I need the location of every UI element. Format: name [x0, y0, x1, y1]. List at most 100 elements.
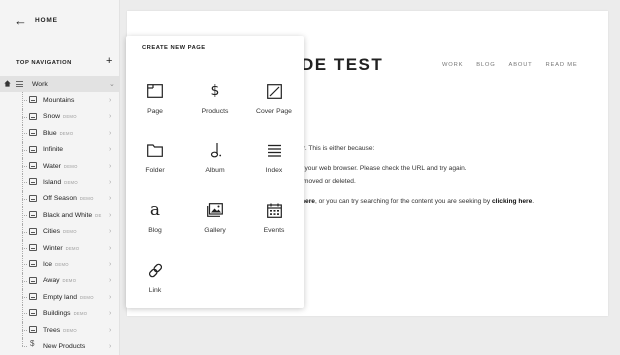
tile-folder[interactable]: Folder: [127, 133, 183, 183]
nav-page-item[interactable]: Buildings DEMO ›: [0, 305, 120, 322]
page-icon: [29, 194, 37, 202]
chevron-right-icon[interactable]: ›: [109, 343, 111, 350]
clicking-here-link[interactable]: clicking here: [492, 198, 532, 205]
demo-badge: DEMO: [62, 278, 77, 284]
nav-page-item[interactable]: Off Season DEMO ›: [0, 190, 120, 208]
tree-branch: [22, 264, 27, 266]
tile-label: Page: [147, 108, 163, 115]
chevron-right-icon[interactable]: ›: [109, 163, 111, 170]
nav-page-item[interactable]: Blue DEMO ›: [0, 125, 120, 142]
tree-branch: [22, 100, 27, 102]
chevron-right-icon[interactable]: ›: [109, 228, 111, 235]
drag-handle-icon[interactable]: [16, 81, 23, 87]
tree-branch: [22, 133, 27, 135]
tile-index[interactable]: Index: [246, 133, 302, 183]
tree-branch: [22, 149, 27, 151]
error-text-end: .: [532, 198, 535, 205]
site-nav-about[interactable]: ABOUT: [509, 62, 533, 68]
chevron-right-icon[interactable]: ›: [109, 97, 111, 104]
demo-badge: DEMO: [65, 245, 80, 251]
nav-page-item[interactable]: Island DEMO ›: [0, 174, 120, 191]
nav-page-name: Buildings: [43, 310, 71, 318]
site-nav-read-me[interactable]: READ ME: [546, 62, 578, 68]
nav-page-item[interactable]: $ New Products ›: [0, 338, 120, 354]
chevron-right-icon[interactable]: ›: [109, 195, 111, 202]
chevron-right-icon[interactable]: ›: [109, 261, 111, 268]
chevron-right-icon[interactable]: ›: [109, 294, 111, 301]
folder-name: Work: [32, 80, 48, 88]
chevron-right-icon[interactable]: ›: [109, 113, 111, 120]
top-navigation-heading: TOP NAVIGATION: [16, 60, 72, 66]
page-icon: [29, 145, 37, 153]
demo-badge: DEMO: [80, 294, 94, 300]
calendar-icon: [265, 201, 283, 219]
page-icon: [29, 129, 37, 137]
tile-cover-page[interactable]: Cover Page: [246, 74, 302, 124]
add-page-button[interactable]: +: [106, 56, 112, 67]
error-text-line-2: o your web browser. Please check the URL…: [299, 165, 467, 172]
nav-page-item[interactable]: Winter DEMO ›: [0, 239, 120, 257]
chevron-right-icon[interactable]: ›: [109, 245, 111, 252]
tile-link[interactable]: Link: [127, 253, 183, 303]
chevron-right-icon[interactable]: ›: [109, 212, 111, 219]
nav-page-item[interactable]: Trees DEMO ›: [0, 321, 120, 339]
demo-badge: DEMO: [63, 114, 77, 120]
chevron-right-icon[interactable]: ›: [109, 310, 111, 317]
demo-badge: DEMO: [63, 229, 77, 235]
nav-folder-work[interactable]: Work ⌄: [0, 76, 120, 93]
nav-page-name: Blue: [43, 129, 57, 137]
site-nav-blog[interactable]: BLOG: [476, 62, 495, 68]
link-icon: [146, 261, 164, 279]
page-icon: [146, 82, 164, 100]
chevron-right-icon[interactable]: ›: [109, 327, 111, 334]
site-nav-work[interactable]: WORK: [442, 62, 463, 68]
nav-page-name: Off Season: [43, 195, 77, 203]
nav-page-item[interactable]: Black and White DE ›: [0, 207, 120, 224]
nav-page-item[interactable]: Away DEMO ›: [0, 272, 120, 290]
page-icon: [29, 260, 37, 268]
music-note-icon: [206, 141, 224, 159]
demo-badge: DEMO: [55, 261, 69, 267]
folder-icon: [146, 141, 164, 159]
nav-page-item[interactable]: Empty land DEMO ›: [0, 289, 120, 306]
nav-page-name: Water: [43, 162, 61, 170]
tree-branch: [22, 116, 27, 118]
tile-label: Events: [263, 227, 285, 234]
tree-branch: [22, 280, 27, 282]
chevron-down-icon[interactable]: ⌄: [109, 80, 115, 88]
nav-page-label: Black and White DE: [43, 212, 102, 219]
nav-page-item[interactable]: Mountains ›: [0, 92, 120, 109]
tile-products[interactable]: $ Products: [187, 74, 243, 124]
chevron-right-icon[interactable]: ›: [109, 277, 111, 284]
nav-page-item[interactable]: Ice DEMO ›: [0, 256, 120, 273]
chevron-right-icon[interactable]: ›: [109, 130, 111, 137]
demo-badge: DEMO: [63, 327, 77, 333]
tile-blog[interactable]: a Blog: [127, 193, 183, 243]
site-navigation: WORK BLOG ABOUT READ ME: [442, 62, 578, 68]
tile-events[interactable]: Events: [246, 193, 302, 243]
index-list-icon: [265, 141, 283, 159]
nav-page-label: Away DEMO: [43, 277, 76, 284]
error-text-line-3: moved or deleted.: [303, 178, 356, 185]
chevron-right-icon[interactable]: ›: [109, 179, 111, 186]
tile-label: Blog: [148, 227, 162, 234]
error-text-mid: , or you can try searching for the conte…: [314, 198, 492, 205]
nav-page-item[interactable]: Snow DEMO ›: [0, 108, 120, 126]
home-link[interactable]: ← HOME: [14, 14, 58, 27]
nav-page-item[interactable]: Infinite ›: [0, 141, 120, 158]
site-title: DE TEST: [301, 55, 384, 74]
page-icon: [29, 227, 37, 235]
tile-gallery[interactable]: Gallery: [187, 193, 243, 243]
nav-page-item[interactable]: Cities DEMO ›: [0, 223, 120, 240]
tree-branch: [22, 297, 27, 299]
nav-page-label: New Products: [43, 343, 85, 350]
chevron-right-icon[interactable]: ›: [109, 146, 111, 153]
back-arrow-icon: ←: [14, 13, 27, 28]
tile-album[interactable]: Album: [187, 133, 243, 183]
nav-page-label: Buildings DEMO: [43, 310, 87, 317]
tile-page[interactable]: Page: [127, 74, 183, 124]
nav-page-name: Empty land: [43, 293, 78, 301]
tile-label: Index: [265, 167, 283, 174]
nav-page-item[interactable]: Water DEMO ›: [0, 157, 120, 175]
nav-page-name: Trees: [43, 326, 61, 334]
